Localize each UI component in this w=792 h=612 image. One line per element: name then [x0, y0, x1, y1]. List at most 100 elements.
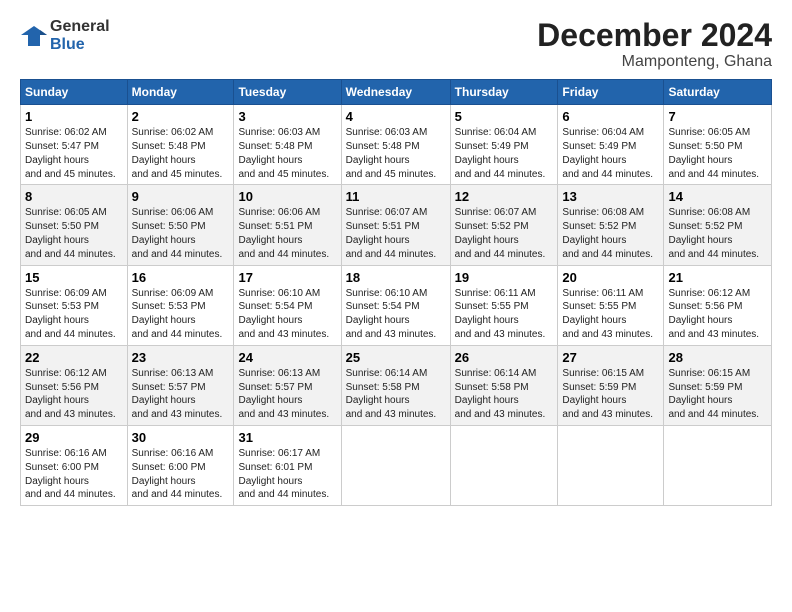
day-info: Sunrise: 06:16 AMSunset: 6:00 PMDaylight…	[25, 447, 123, 502]
day-number: 24	[238, 350, 336, 365]
calendar-cell: 8Sunrise: 06:05 AMSunset: 5:50 PMDayligh…	[21, 185, 128, 265]
day-info: Sunrise: 06:03 AMSunset: 5:48 PMDaylight…	[238, 126, 336, 181]
day-number: 30	[132, 430, 230, 445]
day-number: 22	[25, 350, 123, 365]
day-number: 10	[238, 189, 336, 204]
day-info: Sunrise: 06:10 AMSunset: 5:54 PMDaylight…	[346, 287, 446, 342]
calendar-cell: 9 Sunrise: 06:06 AMSunset: 5:50 PMDayligh…	[127, 185, 234, 265]
day-info: Sunrise: 06:06 AMSunset: 5:50 PMDaylight…	[132, 206, 230, 261]
day-info: Sunrise: 06:12 AMSunset: 5:56 PMDaylight…	[668, 287, 767, 342]
day-info: Sunrise: 06:02 AMSunset: 5:47 PMDaylight…	[25, 126, 123, 181]
weekday-header: Sunday	[21, 80, 128, 105]
calendar-cell: 18Sunrise: 06:10 AMSunset: 5:54 PMDaylig…	[341, 265, 450, 345]
calendar-cell: 24 Sunrise: 06:13 AMSunset: 5:57 PMDaylig…	[234, 345, 341, 425]
weekday-header: Wednesday	[341, 80, 450, 105]
day-number: 27	[562, 350, 659, 365]
day-info: Sunrise: 06:06 AMSunset: 5:51 PMDaylight…	[238, 206, 336, 261]
day-number: 3	[238, 109, 336, 124]
calendar-cell: 30 Sunrise: 06:16 AMSunset: 6:00 PMDaylig…	[127, 425, 234, 505]
calendar-table: SundayMondayTuesdayWednesdayThursdayFrid…	[20, 79, 772, 506]
day-info: Sunrise: 06:14 AMSunset: 5:58 PMDaylight…	[346, 367, 446, 422]
day-info: Sunrise: 06:02 AMSunset: 5:48 PMDaylight…	[132, 126, 230, 181]
calendar-row: 8Sunrise: 06:05 AMSunset: 5:50 PMDayligh…	[21, 185, 772, 265]
day-info: Sunrise: 06:05 AMSunset: 5:50 PMDaylight…	[668, 126, 767, 181]
weekday-header: Monday	[127, 80, 234, 105]
calendar-cell: 19Sunrise: 06:11 AMSunset: 5:55 PMDaylig…	[450, 265, 558, 345]
day-number: 17	[238, 270, 336, 285]
calendar-cell	[341, 425, 450, 505]
calendar-cell: 25Sunrise: 06:14 AMSunset: 5:58 PMDaylig…	[341, 345, 450, 425]
day-info: Sunrise: 06:13 AMSunset: 5:57 PMDaylight…	[132, 367, 230, 422]
calendar-cell: 4 Sunrise: 06:03 AMSunset: 5:48 PMDayligh…	[341, 105, 450, 185]
logo-icon	[20, 25, 48, 47]
day-info: Sunrise: 06:13 AMSunset: 5:57 PMDaylight…	[238, 367, 336, 422]
day-number: 29	[25, 430, 123, 445]
calendar-cell: 13Sunrise: 06:08 AMSunset: 5:52 PMDaylig…	[558, 185, 664, 265]
day-number: 12	[455, 189, 554, 204]
calendar-cell: 31Sunrise: 06:17 AMSunset: 6:01 PMDaylig…	[234, 425, 341, 505]
calendar-cell: 20Sunrise: 06:11 AMSunset: 5:55 PMDaylig…	[558, 265, 664, 345]
day-number: 26	[455, 350, 554, 365]
day-info: Sunrise: 06:07 AMSunset: 5:52 PMDaylight…	[455, 206, 554, 261]
month-title: December 2024	[537, 18, 772, 53]
calendar-cell: 14 Sunrise: 06:08 AMSunset: 5:52 PMDaylig…	[664, 185, 772, 265]
logo-text: General Blue	[50, 18, 110, 54]
day-number: 14	[668, 189, 767, 204]
calendar-row: 1 Sunrise: 06:02 AMSunset: 5:47 PMDayligh…	[21, 105, 772, 185]
calendar-row: 22Sunrise: 06:12 AMSunset: 5:56 PMDaylig…	[21, 345, 772, 425]
calendar-cell: 22Sunrise: 06:12 AMSunset: 5:56 PMDaylig…	[21, 345, 128, 425]
day-info: Sunrise: 06:07 AMSunset: 5:51 PMDaylight…	[346, 206, 446, 261]
day-info: Sunrise: 06:10 AMSunset: 5:54 PMDaylight…	[238, 287, 336, 342]
calendar-cell: 11Sunrise: 06:07 AMSunset: 5:51 PMDaylig…	[341, 185, 450, 265]
calendar-cell: 28Sunrise: 06:15 AMSunset: 5:59 PMDaylig…	[664, 345, 772, 425]
calendar-cell: 17 Sunrise: 06:10 AMSunset: 5:54 PMDaylig…	[234, 265, 341, 345]
calendar-cell: 10 Sunrise: 06:06 AMSunset: 5:51 PMDaylig…	[234, 185, 341, 265]
day-info: Sunrise: 06:15 AMSunset: 5:59 PMDaylight…	[562, 367, 659, 422]
day-number: 15	[25, 270, 123, 285]
calendar-cell: 7 Sunrise: 06:05 AMSunset: 5:50 PMDayligh…	[664, 105, 772, 185]
location: Mamponteng, Ghana	[537, 53, 772, 71]
calendar-cell: 3 Sunrise: 06:03 AMSunset: 5:48 PMDayligh…	[234, 105, 341, 185]
calendar-cell: 26Sunrise: 06:14 AMSunset: 5:58 PMDaylig…	[450, 345, 558, 425]
day-number: 4	[346, 109, 446, 124]
day-number: 31	[238, 430, 336, 445]
day-info: Sunrise: 06:03 AMSunset: 5:48 PMDaylight…	[346, 126, 446, 181]
logo: General Blue	[20, 18, 110, 54]
header: General Blue December 2024 Mamponteng, G…	[20, 18, 772, 71]
day-number: 2	[132, 109, 230, 124]
calendar-cell	[664, 425, 772, 505]
page: General Blue December 2024 Mamponteng, G…	[0, 0, 792, 516]
calendar-cell	[450, 425, 558, 505]
calendar-cell: 1 Sunrise: 06:02 AMSunset: 5:47 PMDayligh…	[21, 105, 128, 185]
day-number: 7	[668, 109, 767, 124]
weekday-header: Thursday	[450, 80, 558, 105]
day-number: 1	[25, 109, 123, 124]
day-number: 9	[132, 189, 230, 204]
calendar-row: 29 Sunrise: 06:16 AMSunset: 6:00 PMDaylig…	[21, 425, 772, 505]
calendar-cell: 21 Sunrise: 06:12 AMSunset: 5:56 PMDaylig…	[664, 265, 772, 345]
calendar-cell: 27 Sunrise: 06:15 AMSunset: 5:59 PMDaylig…	[558, 345, 664, 425]
calendar-cell: 15 Sunrise: 06:09 AMSunset: 5:53 PMDaylig…	[21, 265, 128, 345]
day-info: Sunrise: 06:09 AMSunset: 5:53 PMDaylight…	[25, 287, 123, 342]
calendar-cell: 29 Sunrise: 06:16 AMSunset: 6:00 PMDaylig…	[21, 425, 128, 505]
weekday-header: Tuesday	[234, 80, 341, 105]
day-number: 28	[668, 350, 767, 365]
title-block: December 2024 Mamponteng, Ghana	[537, 18, 772, 71]
calendar-cell: 5 Sunrise: 06:04 AMSunset: 5:49 PMDayligh…	[450, 105, 558, 185]
calendar-cell: 6 Sunrise: 06:04 AMSunset: 5:49 PMDayligh…	[558, 105, 664, 185]
day-number: 5	[455, 109, 554, 124]
day-number: 21	[668, 270, 767, 285]
calendar-cell: 12 Sunrise: 06:07 AMSunset: 5:52 PMDaylig…	[450, 185, 558, 265]
day-number: 8	[25, 189, 123, 204]
weekday-header: Saturday	[664, 80, 772, 105]
day-info: Sunrise: 06:09 AMSunset: 5:53 PMDaylight…	[132, 287, 230, 342]
day-info: Sunrise: 06:04 AMSunset: 5:49 PMDaylight…	[562, 126, 659, 181]
day-number: 6	[562, 109, 659, 124]
day-info: Sunrise: 06:16 AMSunset: 6:00 PMDaylight…	[132, 447, 230, 502]
day-info: Sunrise: 06:08 AMSunset: 5:52 PMDaylight…	[668, 206, 767, 261]
calendar-cell: 23Sunrise: 06:13 AMSunset: 5:57 PMDaylig…	[127, 345, 234, 425]
day-number: 13	[562, 189, 659, 204]
calendar-cell	[558, 425, 664, 505]
day-number: 19	[455, 270, 554, 285]
day-info: Sunrise: 06:04 AMSunset: 5:49 PMDaylight…	[455, 126, 554, 181]
